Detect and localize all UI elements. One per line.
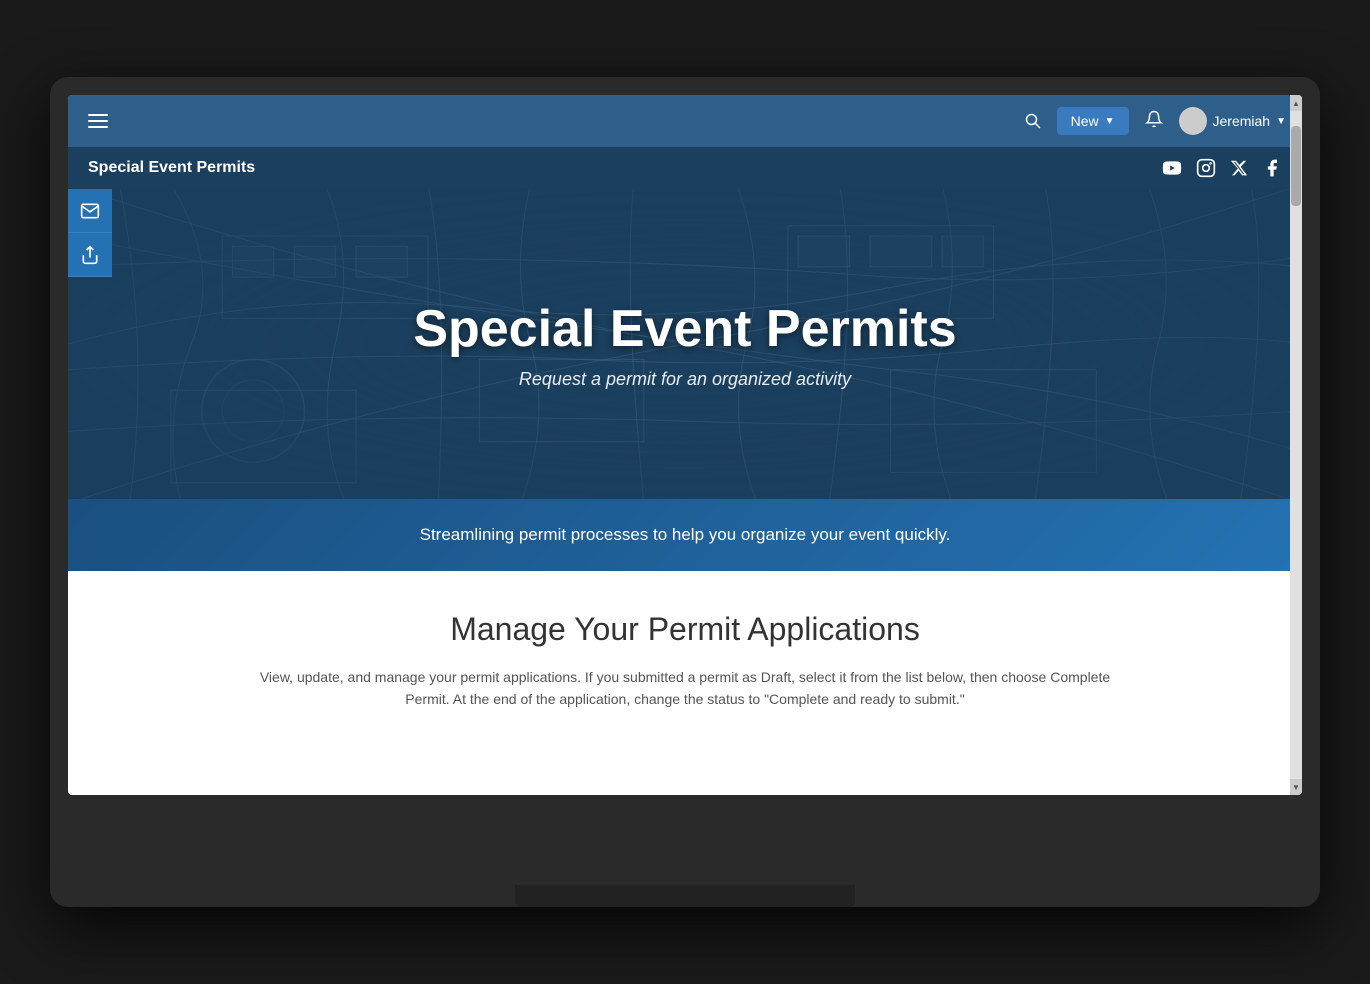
main-section-title: Manage Your Permit Applications [148, 611, 1222, 648]
subscribe-sidebar-button[interactable] [68, 189, 112, 233]
hero-section: Special Event Permits Request a permit f… [68, 189, 1302, 499]
monitor-stand [575, 795, 795, 885]
new-button-label: New [1071, 113, 1099, 129]
monitor-outer: ▲ ▼ New [50, 77, 1320, 907]
navbar-left [84, 110, 112, 132]
youtube-icon[interactable] [1162, 158, 1182, 178]
hero-title: Special Event Permits [413, 299, 956, 359]
blue-banner: Streamlining permit processes to help yo… [68, 499, 1302, 571]
hero-subtitle: Request a permit for an organized activi… [413, 369, 956, 390]
hamburger-menu-icon[interactable] [84, 110, 112, 132]
social-icons-bar [1162, 158, 1282, 178]
scrollbar[interactable]: ▲ ▼ [1290, 95, 1302, 795]
navbar-right: New ▼ Jeremiah ▼ [1025, 107, 1286, 135]
user-name-label: Jeremiah [1213, 113, 1271, 129]
user-dropdown-arrow: ▼ [1276, 116, 1286, 127]
navbar: New ▼ Jeremiah ▼ [68, 95, 1302, 147]
facebook-icon[interactable] [1262, 158, 1282, 178]
scrollbar-arrow-down[interactable]: ▼ [1290, 779, 1302, 795]
main-description: View, update, and manage your permit app… [255, 666, 1115, 711]
new-button-arrow: ▼ [1105, 116, 1115, 127]
site-header: Special Event Permits [68, 147, 1302, 189]
monitor-screen: ▲ ▼ New [68, 95, 1302, 795]
user-avatar [1179, 107, 1207, 135]
scrollbar-arrow-up[interactable]: ▲ [1290, 95, 1302, 111]
monitor-base [515, 885, 855, 907]
new-button[interactable]: New ▼ [1057, 107, 1129, 135]
x-twitter-icon[interactable] [1230, 159, 1248, 177]
hero-content: Special Event Permits Request a permit f… [413, 299, 956, 390]
search-icon[interactable] [1025, 113, 1041, 129]
instagram-icon[interactable] [1196, 158, 1216, 178]
blue-banner-text: Streamlining permit processes to help yo… [420, 525, 951, 545]
share-sidebar-button[interactable] [68, 233, 112, 277]
left-sidebar [68, 189, 112, 277]
main-content: Manage Your Permit Applications View, up… [68, 571, 1302, 741]
site-title: Special Event Permits [88, 159, 255, 177]
bell-icon[interactable] [1145, 110, 1163, 133]
user-profile[interactable]: Jeremiah ▼ [1179, 107, 1287, 135]
scrollbar-thumb[interactable] [1291, 126, 1301, 206]
